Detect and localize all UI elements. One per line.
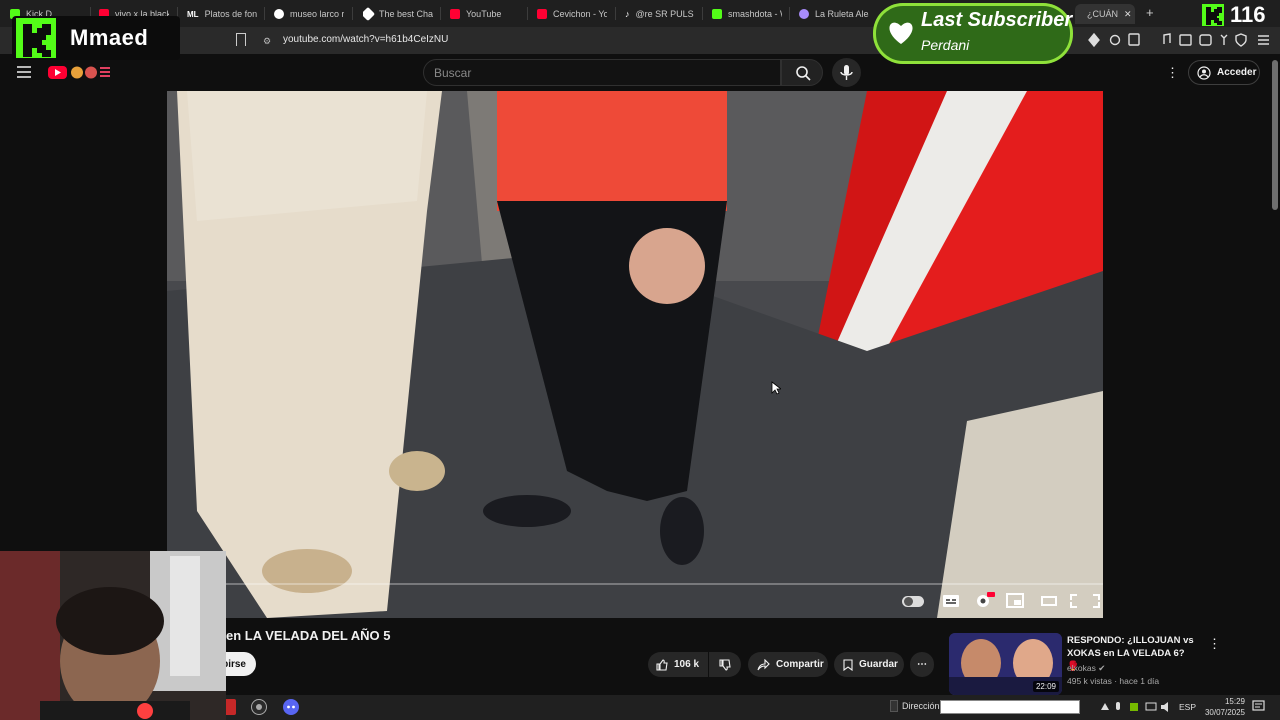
- tab-platos[interactable]: MLPlatos de fondo: [187, 4, 257, 24]
- tab-smashdota[interactable]: smashdota - W: [712, 4, 782, 24]
- save-button[interactable]: Guardar: [834, 652, 904, 677]
- wheel-icon: [799, 9, 809, 19]
- like-button[interactable]: 106 k: [648, 652, 708, 677]
- tab-cevichon[interactable]: Cevichon - You: [537, 4, 607, 24]
- video-title: en LA VELADA DEL AÑO 5: [226, 628, 391, 643]
- tab-chatgpt[interactable]: The best ChatB: [363, 4, 433, 24]
- microphone-icon: [840, 65, 853, 80]
- share-button[interactable]: Compartir: [748, 652, 828, 677]
- subtitles-icon[interactable]: [941, 591, 965, 611]
- brave-icon: [1088, 32, 1100, 48]
- last-subscriber-widget: Last Subscriber Perdani: [873, 3, 1073, 64]
- obs-icon[interactable]: [250, 698, 268, 716]
- tiktok-icon: ♪: [625, 9, 630, 19]
- recommended-more-icon[interactable]: ⋮: [1208, 636, 1221, 652]
- notifications-icon[interactable]: [1252, 700, 1266, 713]
- viewer-count: 116: [1230, 2, 1266, 27]
- google-icon: [274, 9, 284, 19]
- theater-mode-icon[interactable]: [1039, 591, 1063, 611]
- browser-toolbar-icons: [1088, 32, 1269, 48]
- bookmark-save-icon: [843, 658, 853, 671]
- share-icon: [757, 658, 770, 670]
- taskbar-divider-icon: [890, 700, 898, 712]
- page-scrollbar[interactable]: [1272, 60, 1278, 210]
- verified-icon: ✔: [1098, 663, 1106, 673]
- language-indicator[interactable]: ESP: [1179, 702, 1196, 712]
- menu-icon: [1258, 35, 1269, 45]
- mouse-cursor-icon: [771, 381, 781, 395]
- system-tray-icons[interactable]: [1098, 700, 1178, 714]
- last-subscriber-title: Last Subscriber: [921, 9, 1073, 31]
- tab-tiktok[interactable]: ♪ @re SR PULS: [625, 4, 695, 24]
- tab-active[interactable]: ¿CUÁN ✕: [1075, 4, 1135, 24]
- tab-ruleta[interactable]: La Ruleta Aleat: [799, 4, 869, 24]
- tab-youtube[interactable]: YouTube: [450, 4, 520, 24]
- shield-icon: [1235, 33, 1247, 47]
- nvidia-icon: [1130, 703, 1138, 711]
- account-icon: [1197, 65, 1211, 80]
- autoplay-toggle[interactable]: [902, 596, 924, 607]
- ml-icon: ML: [187, 9, 199, 19]
- hamburger-icon[interactable]: [17, 66, 33, 78]
- music-icon: [1163, 33, 1171, 44]
- network-icon: [1145, 702, 1157, 711]
- kick-logo-icon: [16, 18, 56, 58]
- screenshot-icon: [1128, 33, 1140, 46]
- video-frame: [167, 91, 1103, 618]
- new-tab-button[interactable]: +: [1146, 5, 1154, 20]
- signin-button[interactable]: Acceder: [1188, 60, 1260, 85]
- dislike-button[interactable]: [709, 652, 741, 677]
- webcam-feed: [0, 551, 226, 720]
- voice-search-button[interactable]: [832, 58, 861, 87]
- search-button[interactable]: [781, 59, 823, 86]
- bookmark-icon[interactable]: [236, 33, 246, 46]
- chatgpt-icon: [363, 6, 376, 22]
- channel-brand: Mmaed: [70, 25, 149, 50]
- search-input[interactable]: Buscar: [423, 59, 781, 86]
- close-tab-icon[interactable]: ✕: [1124, 9, 1132, 20]
- video-player[interactable]: [167, 91, 1103, 618]
- url-field[interactable]: youtube.com/watch?v=h61b4CeIzNU: [283, 34, 448, 45]
- microphone-tray-icon: [1116, 702, 1120, 710]
- youtube-icon: [537, 9, 547, 19]
- address-toolbar-input[interactable]: [940, 700, 1080, 714]
- recommended-meta: 495 k vistas · hace 1 día: [1067, 676, 1160, 686]
- youtube-icon: [450, 9, 460, 19]
- webcam-overlay: [0, 551, 226, 720]
- sidebar-icon: [1179, 34, 1192, 46]
- thumbs-down-icon: [719, 658, 731, 671]
- chevron-up-icon: [1101, 703, 1109, 710]
- site-info-icon[interactable]: ⚙: [263, 36, 271, 47]
- more-actions-button[interactable]: ⋯: [910, 652, 934, 677]
- volume-icon: [1161, 702, 1168, 712]
- extension-icon: [1109, 34, 1121, 46]
- recommended-thumbnail[interactable]: 22:09: [949, 633, 1062, 695]
- heart-icon: [889, 22, 913, 44]
- wallet-icon: [1199, 34, 1212, 46]
- progress-bar[interactable]: [226, 583, 1103, 585]
- ai-icon: [1220, 34, 1228, 45]
- address-toolbar-label: Dirección: [902, 701, 940, 711]
- video-duration: 22:09: [1032, 681, 1059, 692]
- more-options-icon[interactable]: ⋮: [1166, 65, 1179, 81]
- discord-icon[interactable]: [282, 698, 300, 716]
- last-subscriber-name: Perdani: [921, 37, 970, 53]
- kick-icon: [712, 9, 722, 19]
- search-icon: [796, 66, 811, 81]
- youtube-doodle-logo[interactable]: [48, 64, 114, 80]
- thumbs-up-icon: [656, 658, 668, 671]
- more-horizontal-icon: ⋯: [917, 659, 927, 670]
- recommended-channel[interactable]: elxokas ✔: [1067, 663, 1105, 674]
- settings-gear-icon[interactable]: [973, 591, 997, 611]
- tab-museo[interactable]: museo larco re: [274, 4, 344, 24]
- kick-channel-overlay: Mmaed: [12, 16, 180, 60]
- clock[interactable]: 15:29 30/07/2025: [1200, 696, 1245, 718]
- kick-viewers-icon: [1202, 4, 1224, 26]
- miniplayer-icon[interactable]: [1005, 591, 1029, 611]
- browser-tab-strip: Kick D vivo x la blackli MLPlatos de fon…: [0, 0, 1280, 27]
